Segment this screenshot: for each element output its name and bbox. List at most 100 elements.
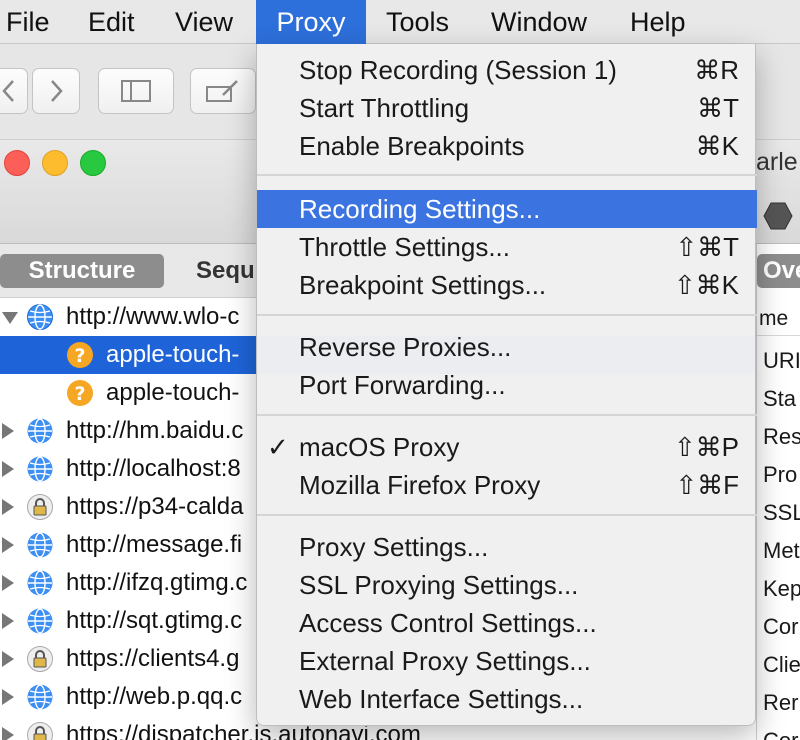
globe-icon <box>27 532 53 558</box>
proxy-dropdown-menu: Stop Recording (Session 1) ⌘R Start Thro… <box>256 44 757 726</box>
menu-separator <box>257 514 757 516</box>
menu-item-label: Stop Recording (Session 1) <box>299 55 617 85</box>
shortcut-label: ⇧⌘P <box>673 432 739 462</box>
menu-item-label: Breakpoint Settings... <box>299 270 547 300</box>
expand-triangle-icon[interactable] <box>2 499 14 515</box>
menu-file[interactable]: File <box>6 0 50 44</box>
menu-item-reverse-proxies[interactable]: Reverse Proxies... <box>257 328 757 366</box>
menu-item-access-control-settings[interactable]: Access Control Settings... <box>257 604 757 642</box>
shortcut-label: ⇧⌘K <box>673 270 739 300</box>
globe-icon <box>27 608 53 634</box>
back-button[interactable] <box>0 68 28 114</box>
host-label: http://message.fi <box>66 531 243 558</box>
menu-item-enable-breakpoints[interactable]: Enable Breakpoints ⌘K <box>257 127 757 165</box>
menu-item-label: Enable Breakpoints <box>299 131 525 161</box>
menu-item-label: Access Control Settings... <box>299 608 597 638</box>
menu-item-port-forwarding[interactable]: Port Forwarding... <box>257 366 757 404</box>
globe-icon <box>27 684 53 710</box>
forward-button[interactable] <box>32 68 80 114</box>
overview-row: Kep <box>763 576 800 601</box>
zoom-window-button[interactable] <box>80 150 106 176</box>
expand-triangle-icon[interactable] <box>2 423 14 439</box>
shortcut-label: ⌘R <box>694 55 739 85</box>
minimize-window-button[interactable] <box>42 150 68 176</box>
globe-icon <box>27 304 53 330</box>
expand-triangle-icon[interactable] <box>2 461 14 477</box>
menu-item-throttle-settings[interactable]: Throttle Settings... ⇧⌘T <box>257 228 757 266</box>
menu-tools[interactable]: Tools <box>386 0 449 44</box>
menu-item-label: macOS Proxy <box>299 432 460 462</box>
menu-help[interactable]: Help <box>630 0 686 44</box>
tab-structure[interactable]: Structure <box>0 254 164 288</box>
svg-text:?: ? <box>74 383 85 405</box>
shortcut-label: ⌘K <box>695 131 739 161</box>
chevron-right-icon <box>51 80 63 102</box>
overview-row: Rer <box>763 690 799 715</box>
menu-item-stop-recording[interactable]: Stop Recording (Session 1) ⌘R <box>257 51 757 89</box>
stop-hexagon-icon[interactable] <box>762 200 794 232</box>
menu-item-label: Recording Settings... <box>299 194 541 224</box>
tab-overview[interactable]: Ove <box>757 254 800 288</box>
expand-triangle-icon[interactable] <box>2 613 14 629</box>
overview-panel: Ove me URI Sta Res Pro SSL Met Kep Cor C… <box>756 244 800 740</box>
globe-icon <box>27 456 53 482</box>
menu-item-proxy-settings[interactable]: Proxy Settings... <box>257 528 757 566</box>
overview-row: Pro <box>763 462 798 487</box>
globe-icon <box>27 570 53 596</box>
menu-separator <box>257 314 757 316</box>
menu-item-external-proxy-settings[interactable]: External Proxy Settings... <box>257 642 757 680</box>
shortcut-label: ⌘T <box>697 93 739 123</box>
menu-item-label: Proxy Settings... <box>299 532 489 562</box>
overview-row: URI <box>763 348 800 373</box>
host-label: http://sqt.gtimg.c <box>66 607 243 634</box>
host-label: https://clients4.g <box>66 645 240 672</box>
menu-edit[interactable]: Edit <box>88 0 135 44</box>
expand-triangle-icon[interactable] <box>2 727 14 740</box>
host-label: http://www.wlo-c <box>66 303 240 330</box>
checkmark-icon: ✓ <box>267 432 289 462</box>
expand-triangle-icon[interactable] <box>2 575 14 591</box>
menu-item-label: Web Interface Settings... <box>299 684 584 714</box>
expand-triangle-icon[interactable] <box>2 312 18 324</box>
menu-item-label: Mozilla Firefox Proxy <box>299 470 541 500</box>
path-label: apple-touch- <box>106 379 240 406</box>
menu-item-label: External Proxy Settings... <box>299 646 591 676</box>
overview-row: SSL <box>763 500 800 525</box>
host-label: https://p34-calda <box>66 493 244 520</box>
compose-button[interactable] <box>190 68 256 114</box>
menu-item-breakpoint-settings[interactable]: Breakpoint Settings... ⇧⌘K <box>257 266 757 304</box>
tab-sequence[interactable]: Sequ <box>196 254 255 288</box>
menu-item-recording-settings[interactable]: Recording Settings... <box>257 190 757 228</box>
sidebar-icon <box>121 80 151 102</box>
menu-item-ssl-proxying-settings[interactable]: SSL Proxying Settings... <box>257 566 757 604</box>
svg-text:?: ? <box>74 345 85 367</box>
overview-row: Cor <box>763 614 799 639</box>
shortcut-label: ⇧⌘T <box>675 232 739 262</box>
menu-proxy[interactable]: Proxy <box>256 0 366 44</box>
menu-item-label: Port Forwarding... <box>299 370 506 400</box>
overview-row: Cor <box>763 722 800 740</box>
sidebar-toggle-button[interactable] <box>98 68 174 114</box>
window-title: arle <box>756 148 798 176</box>
menu-item-firefox-proxy[interactable]: Mozilla Firefox Proxy ⇧⌘F <box>257 466 757 504</box>
host-label: http://ifzq.gtimg.c <box>66 569 248 596</box>
menu-item-macos-proxy[interactable]: ✓ macOS Proxy ⇧⌘P <box>257 428 757 466</box>
close-window-button[interactable] <box>4 150 30 176</box>
menu-window[interactable]: Window <box>491 0 587 44</box>
expand-triangle-icon[interactable] <box>2 537 14 553</box>
menu-item-label: Throttle Settings... <box>299 232 510 262</box>
menu-view[interactable]: View <box>175 0 233 44</box>
host-label: http://hm.baidu.c <box>66 417 244 444</box>
menu-item-web-interface-settings[interactable]: Web Interface Settings... <box>257 680 757 718</box>
expand-triangle-icon[interactable] <box>2 651 14 667</box>
menu-bar: File Edit View Proxy Tools Window Help <box>0 0 800 44</box>
menu-item-label: SSL Proxying Settings... <box>299 570 579 600</box>
overview-row: Res <box>763 424 800 449</box>
overview-row: Sta <box>763 386 797 411</box>
shortcut-label: ⇧⌘F <box>675 470 739 500</box>
menu-item-start-throttling[interactable]: Start Throttling ⌘T <box>257 89 757 127</box>
menu-item-label: Start Throttling <box>299 93 470 123</box>
expand-triangle-icon[interactable] <box>2 689 14 705</box>
lock-icon <box>27 494 53 520</box>
globe-icon <box>27 418 53 444</box>
